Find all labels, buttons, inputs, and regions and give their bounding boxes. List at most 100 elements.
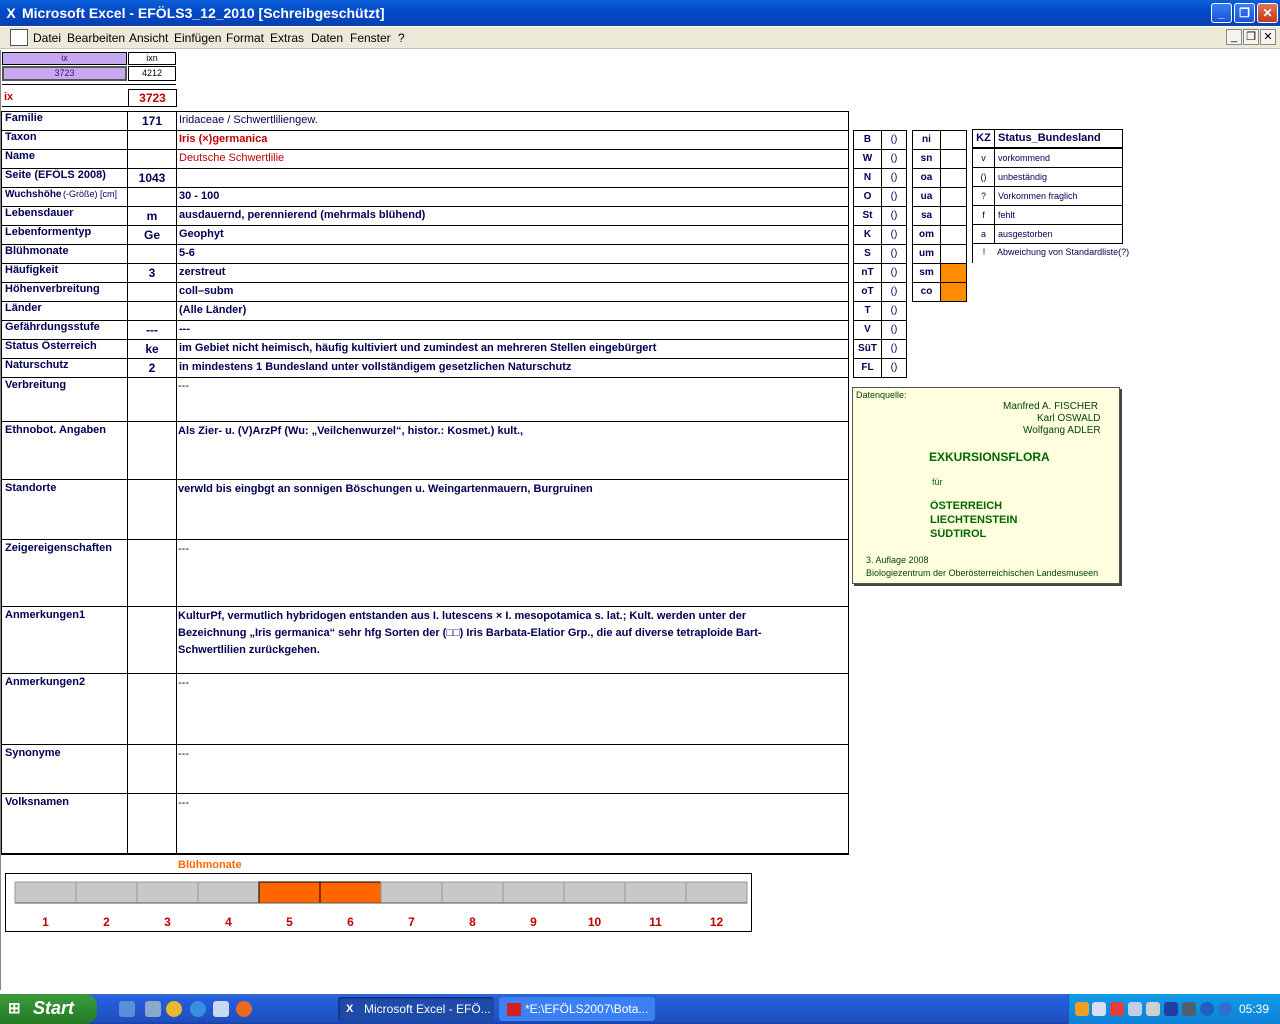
text-value: --- [178,380,189,392]
system-tray: 05:39 [1068,994,1280,1024]
quicklaunch-icon-5[interactable] [213,1001,229,1017]
field-label: Seite (EFÖLS 2008) [5,169,106,181]
legend-kz-header: KZ [972,129,995,148]
status-region-value: () [881,149,907,169]
tray-icon-9[interactable] [1218,1002,1232,1016]
status-region-code: V [853,320,882,340]
restore-button[interactable]: ❐ [1234,3,1255,23]
menu-ansicht[interactable]: Ansicht [129,31,168,45]
search-icon[interactable] [1128,1002,1142,1016]
field-value: (Alle Länder) [179,304,247,316]
field-label: Länder [5,302,42,314]
ix-input[interactable]: 3723 [2,66,127,81]
menu-datei[interactable]: Datei [33,31,61,45]
text-value: --- [178,748,189,760]
tray-icon-7[interactable] [1182,1002,1196,1016]
field-value: 30 - 100 [179,190,220,202]
task-excel[interactable]: Microsoft Excel - EFÖ... [338,997,494,1021]
menu-format[interactable]: Format [226,31,264,45]
menu-extras[interactable]: Extras [270,31,304,45]
source-fuer: für [932,477,943,487]
tray-icon-1[interactable] [1075,1002,1089,1016]
document-icon[interactable] [10,29,28,46]
field-value: zerstreut [179,266,226,278]
bloom-month-label: 7 [408,915,415,929]
source-edition: 3. Auflage 2008 [866,555,929,565]
minimize-button[interactable]: _ [1211,3,1232,23]
firefox-icon[interactable] [236,1001,252,1017]
excel-icon[interactable]: X [3,5,19,21]
field-code: 2 [148,361,156,375]
field-value: Geophyt [179,228,224,240]
shield-icon[interactable] [1164,1002,1178,1016]
bloom-month-bar [258,881,321,904]
status-height-cell [940,130,967,150]
worksheet[interactable]: ix ixn 3723 4212 ix 3723 Familie 171 Irida… [0,50,1280,990]
network-icon[interactable] [1092,1002,1106,1016]
status-region-code: O [853,187,882,207]
window-title: Microsoft Excel - EFÖLS3_12_2010 [Schrei… [22,5,385,21]
tray-icon-5[interactable] [1146,1002,1160,1016]
menu-bar: Datei Bearbeiten Ansicht Einfügen Format… [0,27,1280,49]
close-button[interactable]: ✕ [1257,3,1278,23]
field-code: 1043 [138,171,166,185]
tray-icon-3[interactable] [1110,1002,1124,1016]
field-code [128,302,176,321]
text-value: Als Zier- u. (V)ArzPf (Wu: „Veilchenwurz… [178,425,524,437]
bloom-month-label: 5 [286,915,293,929]
status-height-cell [940,168,967,188]
menu-fenster[interactable]: Fenster [350,31,391,45]
field-value: Iris (×)germanica [179,133,268,145]
text-label: Ethnobot. Angaben [5,424,107,436]
windows-logo-icon: ⊞ [8,1000,21,1017]
field-code: Ge [143,228,160,242]
status-region-code: N [853,168,882,188]
legend-text: fehlt [994,205,1123,225]
bloom-title: Blühmonate [178,859,242,871]
status-region-value: () [881,130,907,150]
text-value-line: Schwertlilien zurückgehen. [178,644,320,656]
ie-icon[interactable] [190,1001,206,1017]
ixn-value: 4212 [128,66,176,81]
field-code [128,150,176,169]
task-explorer[interactable]: *E:\EFÖLS2007\Bota... [499,997,655,1021]
status-region-value: () [881,339,907,359]
text-value: --- [178,677,189,689]
legend-kz: a [972,224,995,244]
legend-kz: f [972,205,995,225]
field-label: Name [5,150,35,162]
status-height-cell [940,225,967,245]
text-label: Zeigereigenschaften [5,542,112,554]
menu-daten[interactable]: Daten [311,31,343,45]
field-label-suffix: (-Größe) [cm] [63,189,117,199]
status-region-code: W [853,149,882,169]
status-region-code: St [853,206,882,226]
bloom-month-bar [136,881,199,904]
status-height-cell [940,187,967,207]
legend-text: Abweichung von Standardliste(?) [997,247,1130,257]
bloom-month-label: 11 [649,915,662,929]
doc-restore-button[interactable]: ❐ [1243,29,1259,45]
text-value: --- [178,543,189,555]
bloom-month-label: 8 [469,915,476,929]
doc-close-button[interactable]: ✕ [1260,29,1276,45]
doc-minimize-button[interactable]: _ [1226,29,1242,45]
quicklaunch-icon-3[interactable] [166,1001,182,1017]
status-height-code: oa [912,168,941,188]
info-icon[interactable] [1200,1002,1214,1016]
field-value: 5-6 [179,247,195,259]
quicklaunch-icon-1[interactable] [119,1001,135,1017]
menu-help[interactable]: ? [398,31,405,45]
status-region-value: () [881,263,907,283]
status-height-cell [940,282,967,302]
field-label: Lebenformentyp [5,226,92,238]
bloom-month-label: 9 [530,915,537,929]
start-label: Start [33,998,75,1018]
start-button[interactable]: ⊞ Start [0,994,97,1024]
bloom-month-label: 10 [588,915,602,929]
quicklaunch-icon-2[interactable] [145,1001,161,1017]
field-code [128,188,176,207]
field-code [128,245,176,264]
menu-bearbeiten[interactable]: Bearbeiten [67,31,125,45]
menu-einfuegen[interactable]: Einfügen [174,31,221,45]
